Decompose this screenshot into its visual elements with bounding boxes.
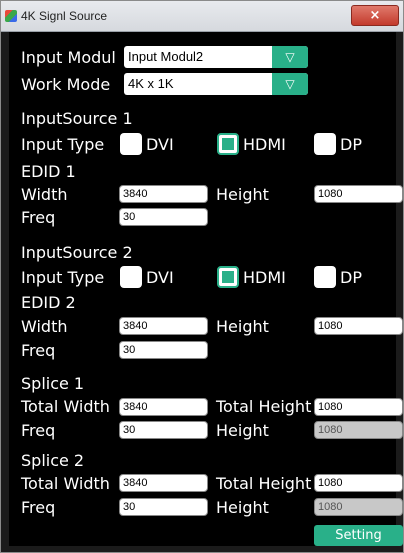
edid-1-title: EDID 1 [21,162,76,181]
hdmi-2-radio[interactable] [217,266,239,288]
radio-selected-dot [222,271,234,283]
window: 4K Signl Source × Input Modul Input Modu… [0,0,404,553]
dvi-1-label: DVI [146,135,174,154]
input-modul-label: Input Modul [21,48,116,67]
total-width-1-label: Total Width [21,397,110,416]
setting-button[interactable]: Setting [314,525,403,546]
height-2-input[interactable]: 1080 [314,317,403,335]
height-2-label: Height [216,317,269,336]
total-height-2-label: Total Height [216,474,312,493]
width-1-input[interactable]: 3840 [119,185,208,203]
input-modul-value: Input Modul2 [128,49,204,64]
edid-2-title: EDID 2 [21,293,76,312]
width-2-label: Width [21,317,68,336]
dvi-2-radio[interactable] [120,266,142,288]
freq-2-input[interactable]: 30 [119,341,208,359]
height-s1-label: Height [216,421,269,440]
total-height-1-label: Total Height [216,397,312,416]
freq-s1-label: Freq [21,421,56,440]
total-height-2-input[interactable]: 1080 [314,474,403,492]
total-width-2-label: Total Width [21,474,110,493]
height-1-input[interactable]: 1080 [314,185,403,203]
input-type-2-label: Input Type [21,268,105,287]
window-title: 4K Signl Source [21,9,108,23]
freq-2-label: Freq [21,341,56,360]
input-source-1-title: InputSource 1 [21,109,133,128]
freq-s2-input[interactable]: 30 [119,498,208,516]
dvi-2-label: DVI [146,268,174,287]
title-bar: 4K Signl Source × [1,1,403,32]
splice-1-title: Splice 1 [21,374,85,393]
chevron-down-icon[interactable]: ▽ [272,46,308,68]
total-width-1-input[interactable]: 3840 [119,398,208,416]
chevron-down-icon[interactable]: ▽ [272,73,308,95]
freq-1-label: Freq [21,208,56,227]
hdmi-1-label: HDMI [243,135,286,154]
dvi-1-radio[interactable] [120,133,142,155]
input-source-2-title: InputSource 2 [21,243,133,262]
width-1-label: Width [21,185,68,204]
form-panel: Input Modul Input Modul2 ▽ Work Mode 4K … [9,32,403,546]
input-type-1-label: Input Type [21,135,105,154]
splice-2-title: Splice 2 [21,451,85,470]
hdmi-2-label: HDMI [243,268,286,287]
width-2-input[interactable]: 3840 [119,317,208,335]
freq-s1-input[interactable]: 30 [119,421,208,439]
dp-2-label: DP [340,268,362,287]
app-icon [5,10,17,22]
hdmi-1-radio[interactable] [217,133,239,155]
work-mode-select[interactable]: 4K x 1K ▽ [124,73,308,95]
height-s2-label: Height [216,498,269,517]
height-s1-input: 1080 [314,421,403,439]
dp-2-radio[interactable] [314,266,336,288]
total-height-1-input[interactable]: 1080 [314,398,403,416]
radio-selected-dot [222,138,234,150]
close-button[interactable]: × [351,5,399,26]
input-modul-select[interactable]: Input Modul2 ▽ [124,46,308,68]
work-mode-label: Work Mode [21,75,111,94]
work-mode-value: 4K x 1K [128,76,174,91]
freq-s2-label: Freq [21,498,56,517]
total-width-2-input[interactable]: 3840 [119,474,208,492]
height-s2-input: 1080 [314,498,403,516]
freq-1-input[interactable]: 30 [119,208,208,226]
height-1-label: Height [216,185,269,204]
dp-1-radio[interactable] [314,133,336,155]
dp-1-label: DP [340,135,362,154]
